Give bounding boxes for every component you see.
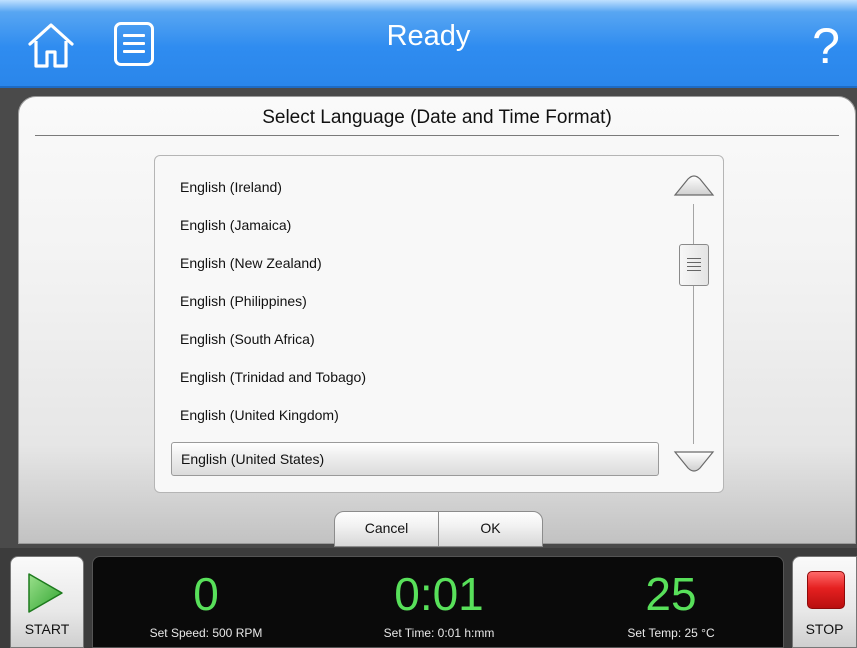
list-item[interactable]: English (Ireland) — [171, 170, 659, 204]
start-label: START — [24, 621, 70, 637]
play-icon — [28, 573, 63, 613]
ok-button[interactable]: OK — [438, 511, 543, 547]
set-temp-label: Set Temp: 25 °C — [627, 626, 715, 640]
list-item[interactable]: English (New Zealand) — [171, 246, 659, 280]
set-time-label: Set Time: 0:01 h:mm — [383, 626, 495, 640]
arrow-up-icon — [673, 175, 715, 196]
help-button[interactable]: ? — [806, 16, 846, 76]
stop-button[interactable]: STOP — [792, 556, 857, 648]
scrollbar-thumb[interactable] — [679, 244, 709, 286]
scroll-down-button[interactable] — [673, 448, 715, 474]
temp-readout: 25 Set Temp: 25 °C — [561, 557, 781, 648]
title-bar: Ready ? — [0, 0, 857, 88]
arrow-down-icon — [673, 451, 715, 472]
list-item-selected[interactable]: English (United States) — [171, 442, 659, 476]
language-list[interactable]: English (Ireland) English (Jamaica) Engl… — [154, 155, 724, 493]
list-item[interactable]: English (South Africa) — [171, 322, 659, 356]
stop-label: STOP — [805, 621, 844, 637]
speed-value: 0 — [193, 568, 219, 620]
dialog-heading: Select Language (Date and Time Format) — [262, 107, 612, 128]
start-button[interactable]: START — [10, 556, 84, 648]
scrollbar-track[interactable] — [693, 204, 694, 444]
page-title: Ready — [386, 20, 471, 52]
time-readout: 0:01 Set Time: 0:01 h:mm — [329, 557, 549, 648]
scroll-up-button[interactable] — [673, 173, 715, 199]
time-value: 0:01 — [394, 568, 484, 620]
language-dialog: Select Language (Date and Time Format) E… — [18, 96, 856, 547]
list-item[interactable]: English (Jamaica) — [171, 208, 659, 242]
list-item[interactable]: English (United Kingdom) — [171, 398, 659, 432]
help-icon: ? — [812, 18, 840, 74]
speed-readout: 0 Set Speed: 500 RPM — [96, 557, 316, 648]
divider — [35, 135, 839, 136]
set-speed-label: Set Speed: 500 RPM — [149, 626, 263, 640]
dialog-buttons: Cancel OK — [334, 511, 544, 547]
temp-value: 25 — [645, 568, 697, 620]
list-item[interactable]: English (Trinidad and Tobago) — [171, 360, 659, 394]
stop-icon — [807, 571, 845, 609]
list-item[interactable]: English (Philippines) — [171, 284, 659, 318]
status-panel: 0 Set Speed: 500 RPM 0:01 Set Time: 0:01… — [92, 556, 784, 648]
dialog-body: Select Language (Date and Time Format) E… — [18, 96, 856, 547]
cancel-button[interactable]: Cancel — [334, 511, 439, 547]
